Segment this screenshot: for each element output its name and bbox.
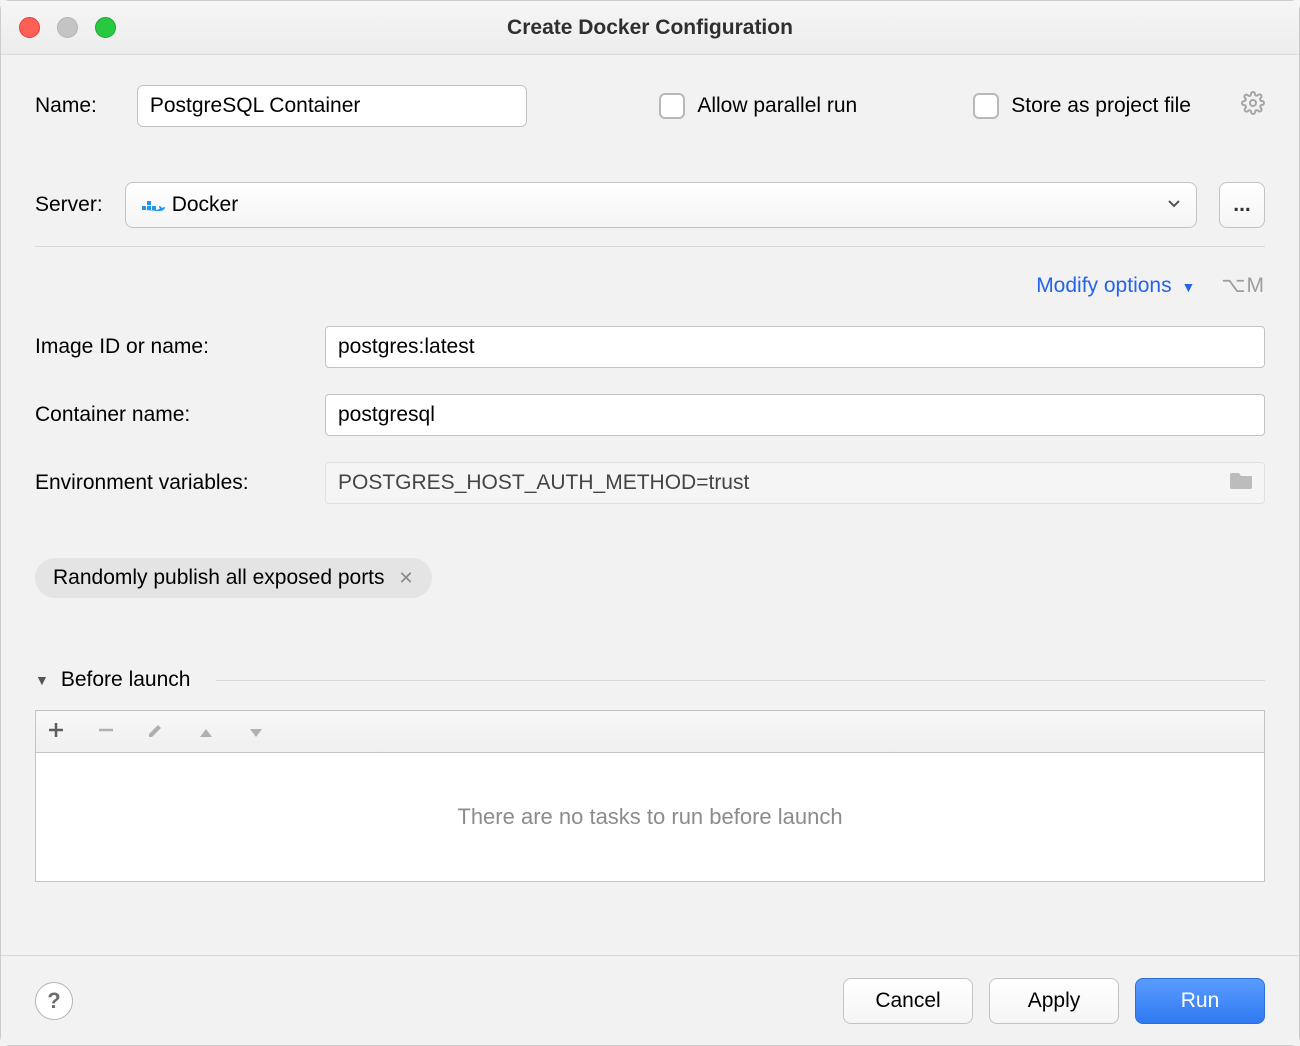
window-title: Create Docker Configuration	[1, 16, 1299, 40]
edit-button[interactable]	[144, 719, 168, 745]
name-label: Name:	[35, 94, 97, 118]
container-input[interactable]	[325, 394, 1265, 436]
chevron-down-icon: ▼	[1181, 279, 1195, 295]
apply-button[interactable]: Apply	[989, 978, 1119, 1024]
image-row: Image ID or name:	[35, 326, 1265, 368]
store-project-checkbox[interactable]: Store as project file	[973, 93, 1191, 119]
run-label: Run	[1181, 989, 1220, 1013]
divider	[35, 246, 1265, 247]
checkbox-icon	[973, 93, 999, 119]
add-button[interactable]	[44, 719, 68, 745]
help-button[interactable]: ?	[35, 982, 73, 1020]
before-launch-task-list: There are no tasks to run before launch	[35, 752, 1265, 882]
server-dropdown[interactable]: Docker	[125, 182, 1197, 228]
remove-button[interactable]	[94, 719, 118, 745]
modify-options-shortcut: ⌥M	[1221, 273, 1265, 298]
docker-icon	[140, 197, 162, 213]
env-input[interactable]: POSTGRES_HOST_AUTH_METHOD=trust	[325, 462, 1265, 504]
close-icon[interactable]: ✕	[399, 568, 414, 589]
server-selected: Docker	[172, 193, 239, 217]
option-tag-label: Randomly publish all exposed ports	[53, 566, 385, 590]
move-up-button[interactable]	[194, 719, 218, 745]
cancel-label: Cancel	[875, 989, 940, 1013]
chevron-down-icon: ▼	[35, 672, 49, 688]
dialog-footer: ? Cancel Apply Run	[1, 955, 1299, 1045]
modify-options-row: Modify options ▼ ⌥M	[35, 273, 1265, 298]
option-tag-random-ports[interactable]: Randomly publish all exposed ports ✕	[35, 558, 432, 598]
allow-parallel-checkbox[interactable]: Allow parallel run	[659, 93, 857, 119]
titlebar: Create Docker Configuration	[1, 1, 1299, 55]
image-label: Image ID or name:	[35, 335, 325, 359]
modify-options-link[interactable]: Modify options ▼	[1036, 274, 1195, 298]
cancel-button[interactable]: Cancel	[843, 978, 973, 1024]
apply-label: Apply	[1028, 989, 1081, 1013]
allow-parallel-label: Allow parallel run	[697, 94, 857, 118]
env-label: Environment variables:	[35, 471, 325, 495]
checkbox-icon	[659, 93, 685, 119]
server-browse-button[interactable]: ...	[1219, 182, 1265, 228]
before-launch-toolbar	[35, 710, 1265, 752]
before-launch-section: ▼ Before launch There are no tasks to ru…	[35, 668, 1265, 882]
folder-icon[interactable]	[1230, 471, 1254, 495]
container-label: Container name:	[35, 403, 325, 427]
move-down-button[interactable]	[244, 719, 268, 745]
image-input[interactable]	[325, 326, 1265, 368]
server-label: Server:	[35, 193, 103, 217]
modify-options-text: Modify options	[1036, 274, 1171, 297]
container-row: Container name:	[35, 394, 1265, 436]
before-launch-header[interactable]: ▼ Before launch	[35, 668, 1265, 692]
name-input[interactable]	[137, 85, 527, 127]
divider	[216, 680, 1265, 681]
env-value: POSTGRES_HOST_AUTH_METHOD=trust	[338, 471, 749, 495]
env-row: Environment variables: POSTGRES_HOST_AUT…	[35, 462, 1265, 504]
before-launch-title: Before launch	[61, 668, 191, 692]
store-project-label: Store as project file	[1011, 94, 1191, 118]
run-button[interactable]: Run	[1135, 978, 1265, 1024]
chevron-down-icon	[1166, 193, 1182, 217]
empty-tasks-text: There are no tasks to run before launch	[457, 804, 842, 830]
gear-icon[interactable]	[1241, 91, 1265, 121]
server-row: Server: Docker ...	[35, 182, 1265, 228]
name-row: Name: Allow parallel run Store as projec…	[35, 85, 1265, 127]
